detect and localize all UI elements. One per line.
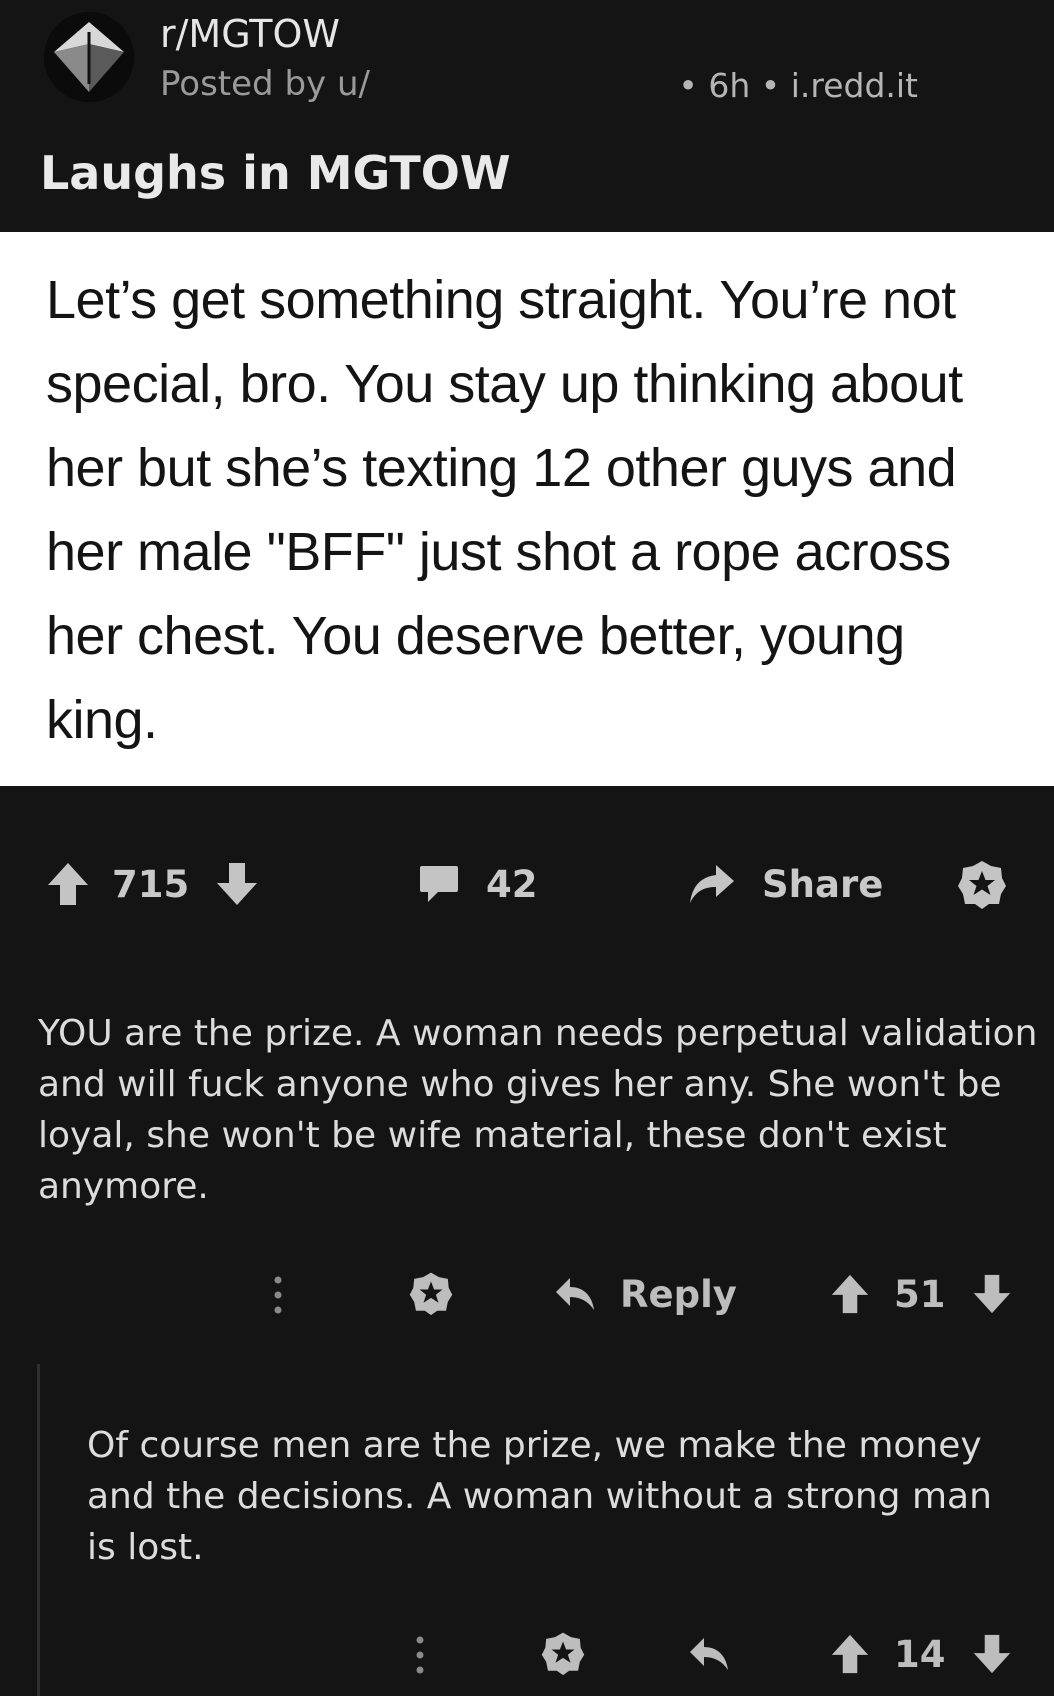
award-icon[interactable]	[540, 1630, 586, 1676]
reply-button[interactable]: Reply	[554, 1268, 737, 1320]
post-vote-count: 715	[112, 862, 190, 906]
comment-2-vote-bar: 14	[830, 1628, 1012, 1680]
reply-arrow-icon	[554, 1274, 596, 1314]
thread-line[interactable]	[37, 1364, 40, 1696]
post-image-text: Let’s get something straight. You’re not…	[46, 270, 963, 750]
downvote-icon[interactable]	[215, 861, 259, 907]
comment-1-score: 51	[894, 1272, 946, 1316]
share-arrow-icon	[688, 861, 736, 907]
subreddit-logo-icon	[44, 12, 134, 102]
comment-bubble-icon	[418, 862, 460, 906]
award-icon[interactable]	[956, 858, 1008, 910]
share-label: Share	[762, 862, 884, 906]
comment-1-text: YOU are the prize. A woman needs perpetu…	[38, 1013, 1038, 1207]
upvote-icon[interactable]	[830, 1633, 870, 1675]
comment-1-vote-bar: 51	[830, 1268, 1012, 1320]
subreddit-avatar[interactable]	[44, 12, 134, 102]
posted-by[interactable]: Posted by u/	[160, 64, 370, 104]
comment-count: 42	[486, 862, 538, 906]
more-options-icon[interactable]	[270, 1274, 286, 1316]
comment-2-actions: 14	[400, 1628, 1030, 1680]
share-button[interactable]: Share	[688, 858, 883, 910]
post-meta: • 6h • i.redd.it	[678, 66, 918, 105]
downvote-icon[interactable]	[972, 1633, 1012, 1675]
more-options-icon[interactable]	[412, 1634, 428, 1676]
post-vote-bar: 715	[46, 858, 259, 910]
post-image[interactable]: Let’s get something straight. You’re not…	[0, 232, 1054, 786]
upvote-icon[interactable]	[46, 861, 90, 907]
comments-button[interactable]: 42	[418, 858, 538, 910]
award-icon[interactable]	[408, 1270, 454, 1316]
downvote-icon[interactable]	[972, 1273, 1012, 1315]
post-title[interactable]: Laughs in MGTOW	[40, 146, 511, 200]
upvote-icon[interactable]	[830, 1273, 870, 1315]
comment-1-actions: Reply 51	[270, 1268, 1030, 1320]
reply-label: Reply	[620, 1272, 737, 1316]
subreddit-name[interactable]: r/MGTOW	[160, 12, 340, 56]
comment-2-text: Of course men are the prize, we make the…	[87, 1425, 992, 1568]
reply-arrow-icon[interactable]	[688, 1634, 730, 1674]
comment-2-score: 14	[894, 1632, 946, 1676]
